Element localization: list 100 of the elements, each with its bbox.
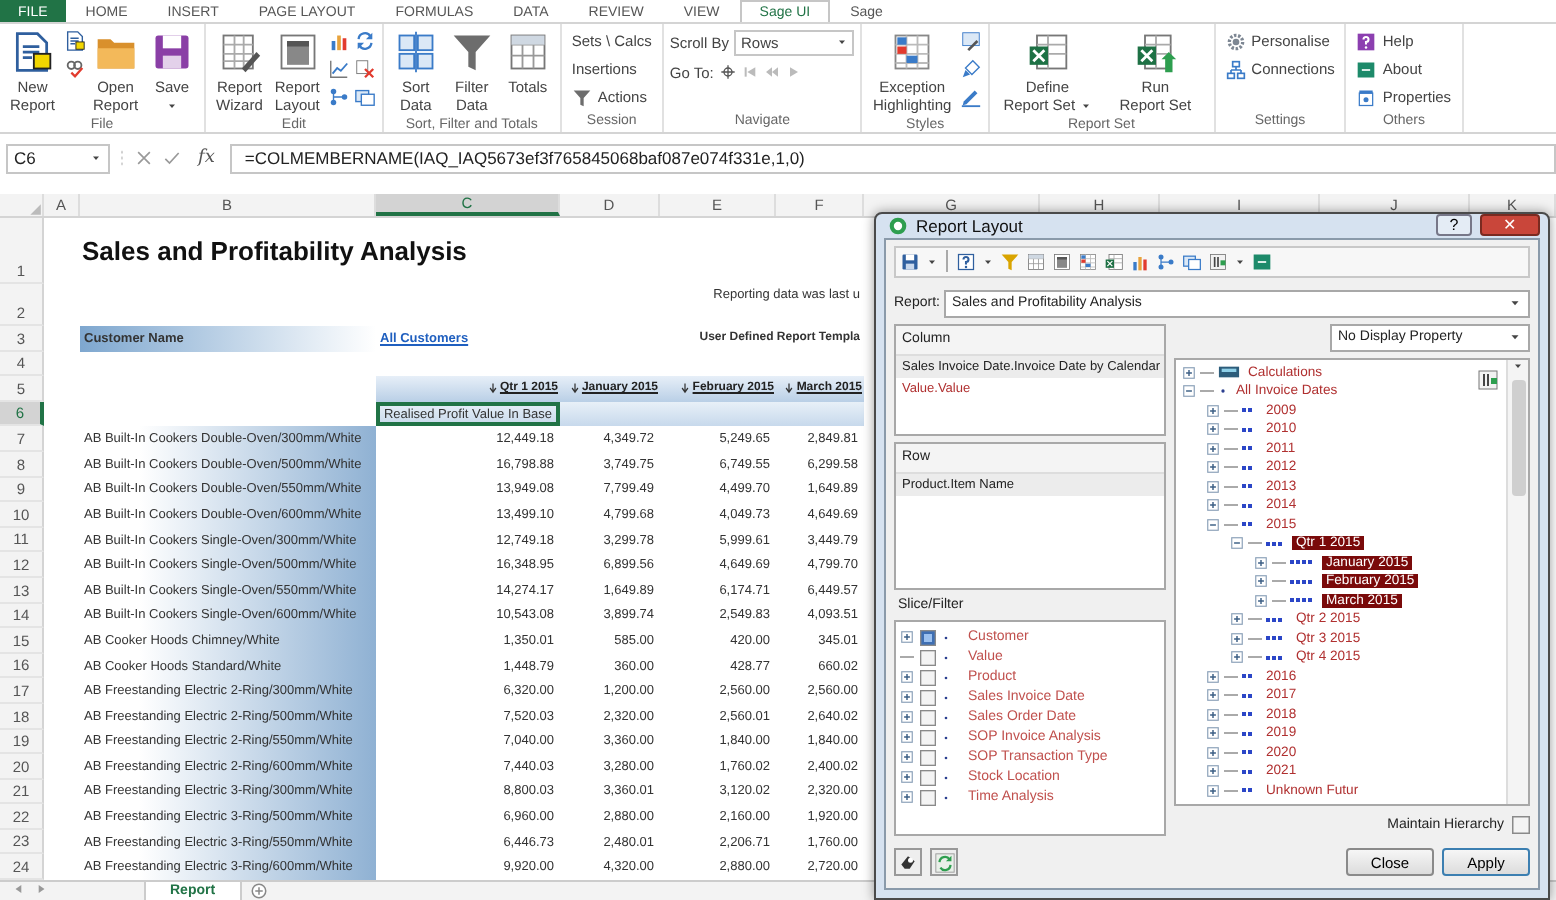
expand-icon[interactable] — [900, 750, 914, 764]
expand-icon[interactable] — [900, 790, 914, 804]
dots-icon — [1242, 444, 1258, 453]
tree-icon[interactable] — [1156, 251, 1176, 271]
caret-icon[interactable] — [982, 255, 994, 267]
checkbox[interactable] — [920, 709, 936, 725]
pen-icon[interactable] — [959, 86, 982, 108]
layout-icon[interactable] — [1052, 251, 1072, 271]
expand-icon[interactable] — [1230, 631, 1244, 646]
right-arrow-icon[interactable] — [34, 882, 48, 897]
link-icon[interactable] — [63, 58, 86, 80]
expand-icon[interactable] — [1206, 441, 1220, 456]
dots-icon — [1242, 691, 1258, 700]
down-arrow-icon[interactable] — [569, 382, 580, 395]
bullet-icon — [942, 693, 950, 701]
pencil-icon[interactable] — [959, 30, 982, 52]
collapse-icon[interactable] — [1182, 384, 1196, 399]
checkbox[interactable] — [920, 669, 936, 685]
caret-icon — [1508, 330, 1522, 344]
expand-icon[interactable] — [1206, 764, 1220, 779]
expand-icon[interactable] — [1206, 745, 1220, 760]
expand-icon[interactable] — [1230, 612, 1244, 627]
expand-icon[interactable] — [900, 730, 914, 744]
checkbox[interactable] — [920, 649, 936, 665]
column-icon[interactable] — [1476, 367, 1500, 391]
play-icon[interactable] — [785, 64, 802, 80]
expand-icon[interactable] — [1206, 422, 1220, 437]
dots-icon — [1242, 406, 1258, 415]
checkbox[interactable] — [920, 689, 936, 705]
expand-icon[interactable] — [1182, 365, 1196, 380]
table-icon[interactable] — [1026, 251, 1046, 271]
bar-chart-icon[interactable] — [327, 30, 350, 52]
column-icon[interactable] — [1208, 251, 1228, 271]
check-icon[interactable] — [162, 148, 182, 168]
dots-icon — [1242, 729, 1258, 738]
checkbox[interactable] — [1512, 815, 1530, 833]
dots-icon — [1242, 482, 1258, 491]
help-icon[interactable] — [956, 251, 976, 271]
add-sheet-icon[interactable] — [249, 882, 268, 900]
spreadsheet-icon — [1025, 30, 1070, 74]
left-arrow-icon[interactable] — [12, 882, 26, 897]
spreadsheet-icon[interactable] — [1104, 251, 1124, 271]
window-close-button[interactable]: ✕ — [1480, 214, 1540, 237]
checkbox[interactable] — [920, 789, 936, 805]
document-icon[interactable] — [63, 30, 86, 52]
expand-icon[interactable] — [1206, 498, 1220, 513]
expand-icon[interactable] — [1254, 574, 1268, 589]
expand-icon[interactable] — [1254, 593, 1268, 608]
down-arrow-icon[interactable] — [784, 382, 795, 395]
dots-icon — [1266, 615, 1288, 624]
refresh-icon[interactable] — [353, 30, 376, 52]
cancel-icon[interactable] — [134, 148, 154, 168]
help-button[interactable]: ? — [1436, 214, 1472, 237]
expand-icon[interactable] — [1230, 650, 1244, 665]
window-icon[interactable] — [353, 86, 376, 108]
expand-icon[interactable] — [1206, 479, 1220, 494]
window-title: Report Layout — [916, 215, 1025, 236]
checkbox[interactable] — [920, 629, 936, 645]
tree-icon[interactable] — [327, 86, 350, 108]
calculator-icon — [1218, 364, 1240, 381]
caret-icon[interactable] — [1512, 359, 1524, 371]
expand-icon[interactable] — [900, 690, 914, 704]
clear-button[interactable] — [894, 848, 922, 876]
expand-icon[interactable] — [900, 710, 914, 724]
down-arrow-icon[interactable] — [487, 382, 498, 395]
expand-icon[interactable] — [900, 770, 914, 784]
expand-icon[interactable] — [1206, 460, 1220, 475]
bar-chart-icon[interactable] — [1130, 251, 1150, 271]
brush-icon[interactable] — [959, 58, 982, 80]
expand-icon[interactable] — [900, 630, 914, 644]
delete-icon[interactable] — [353, 58, 376, 80]
window-icon[interactable] — [1182, 251, 1202, 271]
collapse-icon[interactable] — [1230, 536, 1244, 551]
checkbox[interactable] — [920, 729, 936, 745]
expand-icon[interactable] — [1206, 688, 1220, 703]
insert-function-button[interactable]: fx — [190, 148, 223, 168]
checkbox[interactable] — [920, 769, 936, 785]
crosshair-icon[interactable] — [719, 64, 736, 80]
name-box[interactable]: C6 — [6, 143, 110, 173]
caret-icon — [836, 36, 849, 48]
expand-icon[interactable] — [1206, 403, 1220, 418]
line-chart-icon[interactable] — [327, 58, 350, 80]
rewind-icon[interactable] — [763, 64, 780, 80]
caret-icon[interactable] — [926, 255, 938, 267]
dots-icon — [1242, 786, 1258, 795]
scrollbar[interactable] — [1506, 359, 1528, 804]
expand-icon[interactable] — [1206, 783, 1220, 798]
down-arrow-icon[interactable] — [680, 382, 691, 395]
formula-field[interactable]: =COLMEMBERNAME(IAQ_IAQ5673ef3f765845068baf087e074f331e,1,0) — [230, 143, 1556, 173]
checkbox[interactable] — [920, 749, 936, 765]
funnel-icon — [449, 30, 494, 74]
dots-icon — [1266, 653, 1288, 662]
expand-icon[interactable] — [900, 670, 914, 684]
expand-icon[interactable] — [1206, 707, 1220, 722]
collapse-icon[interactable] — [1206, 517, 1220, 532]
caret-icon[interactable] — [1234, 255, 1246, 267]
expand-icon[interactable] — [1206, 726, 1220, 741]
expand-icon[interactable] — [1206, 669, 1220, 684]
expand-icon[interactable] — [1254, 555, 1268, 570]
table-icon[interactable] — [1078, 251, 1098, 271]
